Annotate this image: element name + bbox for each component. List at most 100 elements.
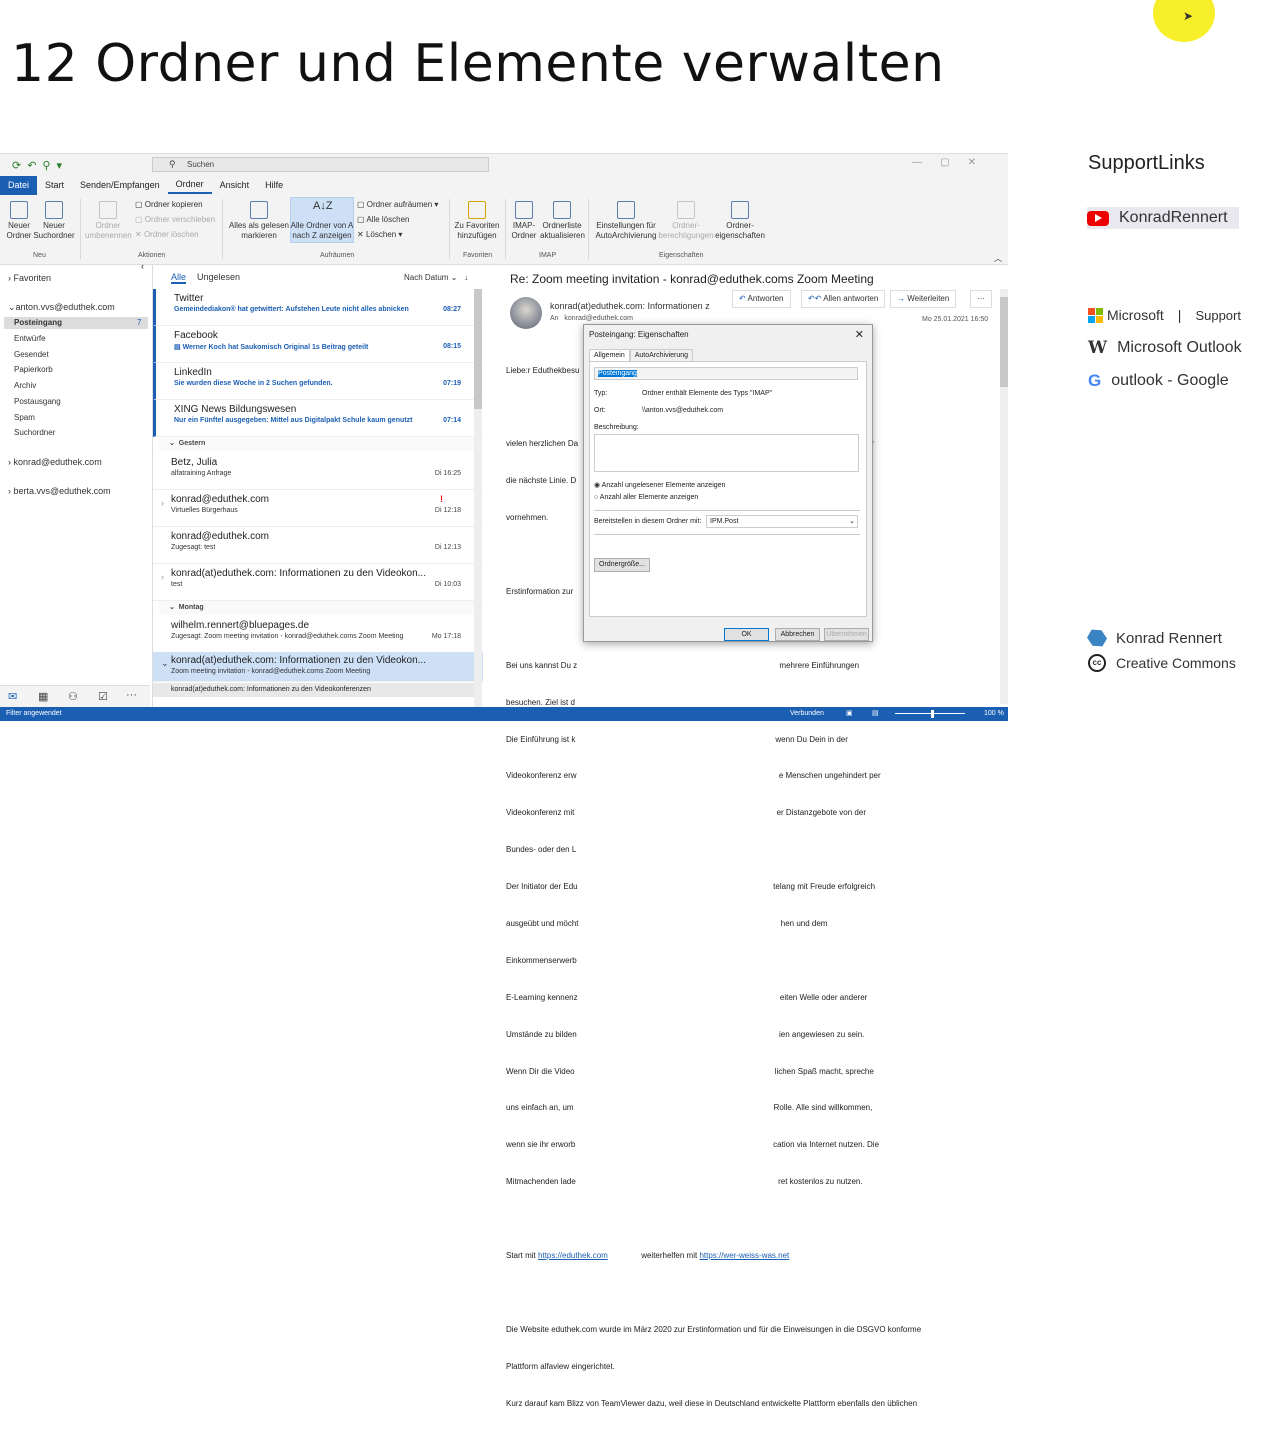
account-berta[interactable]: › berta.vvs@eduthek.com: [8, 486, 111, 496]
license-label: cc Creative Commons: [1088, 654, 1236, 672]
neuer-ordner-button[interactable]: Neuer Ordner: [4, 201, 34, 241]
ordner-umbenennen-button[interactable]: Ordner umbenennen: [85, 201, 132, 241]
youtube-link[interactable]: KonradRennert: [1087, 207, 1239, 229]
account-konrad[interactable]: › konrad@eduthek.com: [8, 457, 102, 467]
normal-view-icon[interactable]: ▣: [846, 707, 853, 721]
ok-button[interactable]: OK: [724, 628, 769, 641]
list-item[interactable]: Betz, Julia alfatraining Anfrage Di 16:25: [153, 453, 483, 490]
slide-title: 12 Ordner und Elemente verwalten: [11, 34, 945, 94]
scrollbar-thumb[interactable]: [474, 289, 482, 409]
scrollbar-thumb[interactable]: [1000, 297, 1008, 387]
wer-weiss-was-link[interactable]: https://wer-weiss-was.net: [699, 1251, 789, 1260]
cancel-button[interactable]: Abbrechen: [775, 628, 820, 641]
account-anton[interactable]: ⌄anton.vvs@eduthek.com: [8, 302, 115, 313]
imap-ordner-button[interactable]: IMAP-Ordner: [509, 201, 539, 241]
ordner-berechtigungen-button[interactable]: Ordner-berechtigungen: [658, 201, 714, 241]
forward-button[interactable]: → Weiterleiten: [890, 290, 957, 308]
description-textarea[interactable]: [594, 434, 859, 472]
zoom-slider-handle[interactable]: [931, 710, 934, 718]
favoriten-folder[interactable]: › Favoriten: [8, 273, 51, 283]
menu-start[interactable]: Start: [37, 176, 72, 195]
folder-suchordner[interactable]: Suchordner: [14, 428, 55, 437]
folder-archiv[interactable]: Archiv: [14, 381, 36, 390]
ordner-aufraeumen-button[interactable]: ▢ Ordner aufräumen ▾: [357, 197, 438, 212]
folder-posteingang[interactable]: Posteingang: [14, 318, 62, 327]
conversation-item[interactable]: konrad(at)eduthek.com: Informationen zu …: [153, 683, 475, 697]
alles-gelesen-button[interactable]: Alles als gelesen markieren: [228, 201, 290, 241]
more-icon[interactable]: ···: [126, 689, 137, 701]
scrollbar[interactable]: [474, 289, 482, 707]
radio-all[interactable]: ○ Anzahl aller Elemente anzeigen: [594, 494, 698, 501]
list-item[interactable]: wilhelm.rennert@bluepages.de Zugesagt: Zo…: [153, 616, 483, 653]
list-item-selected[interactable]: ⌄ konrad(at)eduthek.com: Informationen zu…: [153, 652, 483, 682]
menu-ordner[interactable]: Ordner: [167, 177, 212, 194]
search-input[interactable]: ⚲ Suchen: [152, 157, 489, 172]
tab-alle[interactable]: Alle: [171, 272, 187, 284]
folder-postausgang[interactable]: Postausgang: [14, 397, 61, 406]
collapse-pane-icon[interactable]: ‹: [141, 261, 144, 271]
collapse-icon[interactable]: ⌄: [161, 658, 169, 669]
neuer-suchordner-button[interactable]: Neuer Suchordner: [33, 201, 75, 241]
collapse-ribbon-icon[interactable]: ︿: [994, 253, 1002, 264]
people-icon[interactable]: ⚇: [68, 690, 78, 703]
reading-view-icon[interactable]: ▤: [872, 707, 879, 721]
google-link[interactable]: G outlook - Google: [1088, 371, 1229, 391]
alle-loeschen-button[interactable]: ▢ Alle löschen: [357, 212, 409, 227]
expand-icon[interactable]: ›: [161, 572, 164, 582]
list-item[interactable]: Facebook ▤ Werner Koch hat Saukomisch Ori…: [153, 326, 483, 363]
tab-allgemein[interactable]: Allgemein: [589, 349, 630, 361]
folder-papierkorb[interactable]: Papierkorb: [14, 365, 53, 374]
ordner-kopieren-button[interactable]: ▢ Ordner kopieren: [135, 197, 203, 212]
more-actions-button[interactable]: ···: [970, 290, 992, 308]
zu-favoriten-button[interactable]: Zu Favoriten hinzufügen: [452, 201, 502, 241]
list-item[interactable]: XING News Bildungswesen Nur ein Fünftel a…: [153, 400, 483, 437]
einstellungen-autoarchivierung-button[interactable]: Einstellungen für AutoArchivierung: [593, 201, 659, 241]
reply-button[interactable]: ↶ Antworten: [732, 290, 791, 308]
folder-spam[interactable]: Spam: [14, 413, 35, 422]
group-header-montag[interactable]: ⌄ Montag: [159, 601, 479, 615]
zoom-slider[interactable]: [895, 713, 965, 714]
radio-unread[interactable]: ◉ Anzahl ungelesener Elemente anzeigen: [594, 481, 725, 489]
group-header-gestern[interactable]: ⌄ Gestern: [159, 437, 479, 451]
list-item[interactable]: konrad@eduthek.com Zugesagt: test Di 12:13: [153, 527, 483, 564]
microsoft-support-link[interactable]: Microsoft | Support: [1088, 307, 1241, 323]
status-connection: Verbunden: [790, 710, 824, 717]
list-item[interactable]: LinkedIn Sie wurden diese Woche in 2 Such…: [153, 363, 483, 400]
mail-icon[interactable]: ✉: [8, 690, 17, 703]
folder-entwuerfe[interactable]: Entwürfe: [14, 334, 46, 343]
folder-gesendet[interactable]: Gesendet: [14, 350, 49, 359]
tasks-icon[interactable]: ☑: [98, 690, 108, 703]
folder-size-button[interactable]: Ordnergröße...: [594, 558, 650, 572]
reading-scrollbar[interactable]: [1000, 289, 1008, 704]
sort-dropdown[interactable]: Nach Datum ⌄ ↓: [404, 273, 468, 282]
tab-autoarchivierung[interactable]: AutoArchivierung: [629, 349, 694, 361]
list-item[interactable]: › konrad(at)eduthek.com: Informationen zu…: [153, 564, 483, 601]
wikipedia-link[interactable]: W Microsoft Outlook: [1088, 338, 1242, 358]
post-type-select[interactable]: IPM.Post ⌄: [706, 515, 858, 528]
tab-ungelesen[interactable]: Ungelesen: [197, 272, 240, 282]
window-controls[interactable]: —▢✕: [912, 157, 994, 168]
close-icon[interactable]: ✕: [855, 328, 864, 341]
favoriten-label: Favoriten: [13, 273, 52, 283]
apply-button[interactable]: Übernehmen: [824, 628, 869, 641]
menu-ansicht[interactable]: Ansicht: [212, 176, 258, 195]
quick-access-icons[interactable]: ⟳↶⚲▾: [12, 159, 68, 172]
ordnerliste-button[interactable]: Ordnerliste aktualisieren: [540, 201, 585, 241]
reply-all-button[interactable]: ↶↶ Allen antworten: [801, 290, 886, 308]
menu-datei[interactable]: Datei: [0, 176, 38, 195]
alle-ordner-a-z-button[interactable]: A↓Z Alle Ordner von A nach Z anzeigen: [290, 201, 354, 241]
folder-name-field[interactable]: Posteingang: [594, 367, 858, 380]
eduthek-link[interactable]: https://eduthek.com: [538, 1251, 608, 1260]
menu-hilfe[interactable]: Hilfe: [257, 176, 291, 195]
menu-senden-empfangen[interactable]: Senden/Empfangen: [72, 176, 168, 195]
neuer-ordner-label: Neuer Ordner: [6, 221, 32, 240]
calendar-icon[interactable]: ▦: [38, 690, 48, 703]
list-item[interactable]: Twitter Gemeindediakon® hat getwittert: A…: [153, 289, 483, 326]
ordner-verschieben-button[interactable]: ▢ Ordner verschieben: [135, 212, 215, 227]
list-item[interactable]: ›! konrad@eduthek.com Virtuelles Bürgerhau…: [153, 490, 483, 527]
ordner-eigenschaften-button[interactable]: Ordner-eigenschaften: [714, 201, 766, 241]
ordner-loeschen-button[interactable]: ✕ Ordner löschen: [135, 227, 199, 242]
expand-icon[interactable]: ›: [161, 498, 164, 508]
ordner-kopieren-label: Ordner kopieren: [144, 200, 203, 209]
loeschen-button[interactable]: ✕ Löschen ▾: [357, 227, 402, 242]
